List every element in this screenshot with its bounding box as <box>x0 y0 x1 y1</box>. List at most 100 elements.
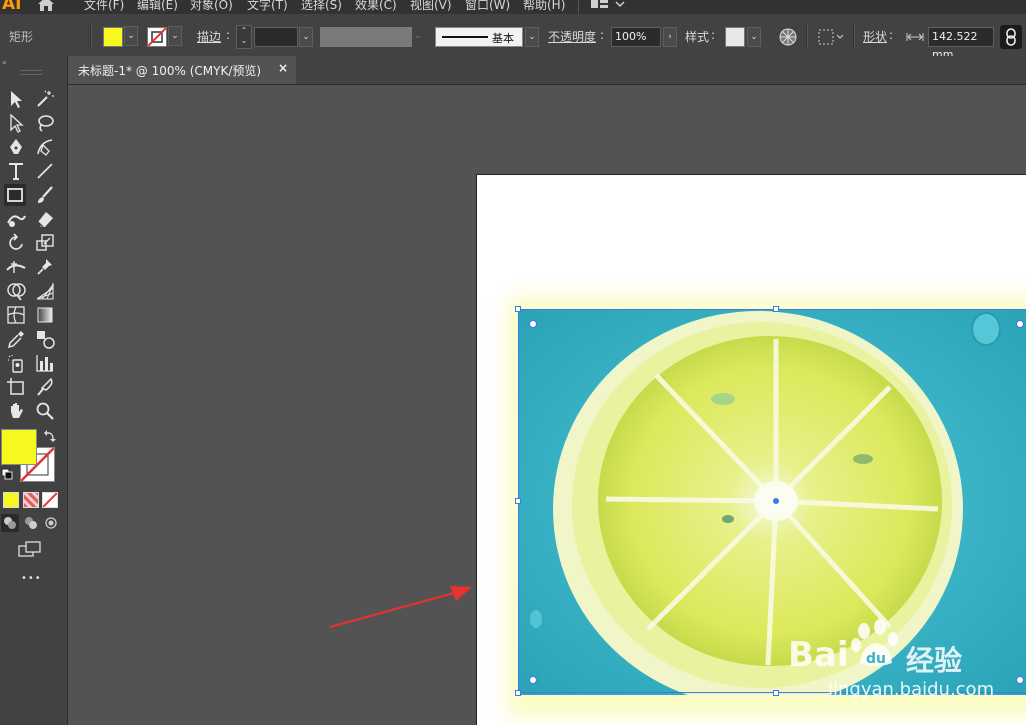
scale-tool[interactable] <box>34 232 56 254</box>
menu-edit[interactable]: 编辑(E) <box>137 0 178 13</box>
toolbar-grip[interactable] <box>20 70 42 75</box>
stroke-weight-stepper[interactable]: ⌃ ⌄ <box>236 25 252 49</box>
rectangle-tool[interactable] <box>4 184 26 206</box>
stroke-swatch[interactable] <box>147 27 167 47</box>
default-fill-stroke-icon[interactable] <box>1 468 13 480</box>
shape-builder-tool[interactable] <box>5 280 27 302</box>
swap-fill-stroke-icon[interactable] <box>43 429 57 443</box>
pin-icon <box>37 259 52 275</box>
resize-handle-w[interactable] <box>515 498 521 504</box>
draw-behind-icon[interactable] <box>22 514 40 532</box>
variable-width-profile[interactable] <box>320 27 412 47</box>
close-tab-icon[interactable]: × <box>278 61 288 75</box>
paw-icon: du <box>851 619 898 667</box>
direct-selection-icon <box>10 113 24 133</box>
color-mode-button[interactable] <box>3 492 19 508</box>
menu-select[interactable]: 选择(S) <box>301 0 342 13</box>
lasso-tool[interactable] <box>34 112 56 134</box>
constrain-proportions-button[interactable] <box>1000 25 1022 49</box>
direct-selection-tool[interactable] <box>5 112 27 134</box>
puppet-warp-tool[interactable] <box>34 256 56 278</box>
fill-color-box[interactable] <box>1 429 37 465</box>
width-input[interactable]: 142.522 mm <box>928 27 994 61</box>
gradient-tool[interactable] <box>34 304 56 326</box>
stroke-label[interactable]: 描边 <box>197 28 221 45</box>
curvature-tool[interactable] <box>34 136 56 158</box>
shape-builder-icon <box>7 283 26 301</box>
tools-panel: « ••• <box>0 56 68 725</box>
menu-object[interactable]: 对象(O) <box>190 0 233 13</box>
type-tool[interactable] <box>5 160 27 182</box>
opacity-label[interactable]: 不透明度 <box>548 28 596 45</box>
column-graph-tool[interactable] <box>34 352 56 374</box>
shaper-tool[interactable] <box>5 208 27 230</box>
blend-tool[interactable] <box>34 328 56 350</box>
divider <box>90 22 92 48</box>
stroke-weight-dropdown[interactable]: ⌄ <box>299 27 313 47</box>
recolor-artwork-icon[interactable] <box>778 27 798 47</box>
eraser-tool[interactable] <box>34 208 56 230</box>
brush-line <box>442 36 488 38</box>
resize-handle-nw[interactable] <box>515 306 521 312</box>
fill-swatch[interactable] <box>103 27 123 47</box>
paintbrush-tool[interactable] <box>34 184 56 206</box>
menu-view[interactable]: 视图(V) <box>410 0 452 13</box>
slice-tool[interactable] <box>34 376 56 398</box>
divider <box>853 22 855 48</box>
perspective-grid-tool[interactable] <box>34 280 56 302</box>
rotate-tool[interactable] <box>5 232 27 254</box>
mesh-tool[interactable] <box>5 304 27 326</box>
menu-help[interactable]: 帮助(H) <box>523 0 565 13</box>
workspace-switcher-icon[interactable] <box>590 0 626 12</box>
stroke-weight-input[interactable] <box>254 27 298 47</box>
corner-radius-widget-sw[interactable] <box>529 676 537 684</box>
draw-normal-button[interactable] <box>1 514 19 532</box>
document-tab[interactable]: 未标题-1* @ 100% (CMYK/预览) × <box>68 56 296 84</box>
artboard-tool[interactable] <box>5 376 27 398</box>
document-tab-bar: 未标题-1* @ 100% (CMYK/预览) × <box>68 56 1026 85</box>
corner-radius-widget-nw[interactable] <box>529 320 537 328</box>
magic-wand-tool[interactable] <box>34 88 56 110</box>
collapse-toolbar-icon[interactable]: « <box>2 58 7 67</box>
symbol-sprayer-tool[interactable] <box>5 352 27 374</box>
menu-type[interactable]: 文字(T) <box>247 0 288 13</box>
home-icon[interactable] <box>35 0 57 13</box>
fill-dropdown[interactable]: ⌄ <box>124 26 138 46</box>
symbol-sprayer-icon <box>8 355 23 373</box>
rotate-icon <box>9 233 23 250</box>
brush-definition[interactable]: 基本 <box>435 27 523 47</box>
width-tool[interactable] <box>5 256 27 278</box>
pen-tool[interactable] <box>5 136 27 158</box>
menu-window[interactable]: 窗口(W) <box>465 0 510 13</box>
eyedropper-tool[interactable] <box>5 328 27 350</box>
line-segment-tool[interactable] <box>34 160 56 182</box>
opacity-input[interactable]: 100% <box>611 27 661 47</box>
none-mode-button[interactable] <box>42 492 58 508</box>
opacity-arrow[interactable]: › <box>663 27 677 47</box>
document-title: 未标题-1* @ 100% (CMYK/预览) <box>78 64 262 78</box>
draw-inside-icon[interactable] <box>42 514 60 532</box>
brush-dropdown[interactable]: ⌄ <box>525 27 539 47</box>
resize-handle-n[interactable] <box>773 306 779 312</box>
graphic-style-dropdown[interactable]: ⌄ <box>747 27 761 47</box>
selection-tool[interactable] <box>5 88 27 110</box>
variable-width-dropdown[interactable]: ⌄ <box>414 27 428 47</box>
gradient-mode-button[interactable] <box>23 492 39 508</box>
graphic-style-swatch[interactable] <box>725 27 745 47</box>
canvas-area[interactable]: Bai du 经验 jingyan.baidu.com <box>68 85 1026 725</box>
zoom-tool[interactable] <box>34 400 56 422</box>
menu-file[interactable]: 文件(F) <box>84 0 124 13</box>
edit-toolbar-icon[interactable]: ••• <box>21 573 42 584</box>
rectangle-icon <box>7 188 23 202</box>
hand-tool[interactable] <box>5 400 27 422</box>
stroke-dropdown[interactable]: ⌄ <box>168 26 182 46</box>
shape-label[interactable]: 形状 <box>863 28 887 45</box>
menu-effect[interactable]: 效果(C) <box>355 0 397 13</box>
screen-mode-icon[interactable] <box>17 540 43 558</box>
artboard-icon <box>7 378 24 395</box>
resize-handle-sw[interactable] <box>515 690 521 696</box>
align-to-icon[interactable] <box>817 27 845 47</box>
paintbrush-icon <box>38 186 53 203</box>
corner-radius-widget-ne[interactable] <box>1016 320 1024 328</box>
resize-handle-s[interactable] <box>773 690 779 696</box>
